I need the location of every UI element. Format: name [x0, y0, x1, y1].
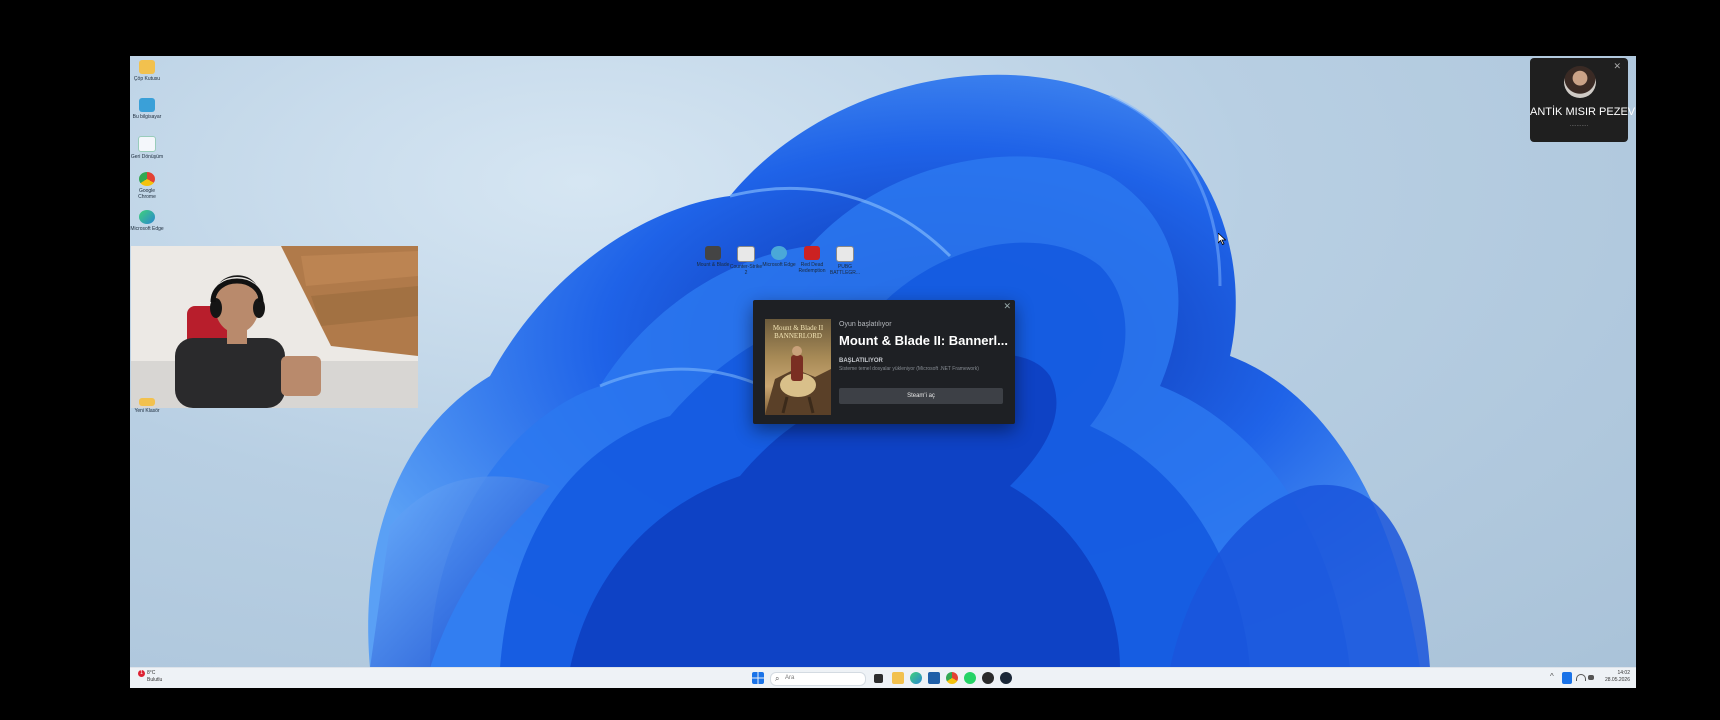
clock[interactable]: 14:02 28.05.2026 — [1605, 670, 1630, 684]
search-placeholder: Ara — [785, 675, 795, 681]
folder-icon — [139, 60, 155, 74]
whatsapp-icon[interactable] — [964, 672, 976, 684]
pubg-icon — [836, 246, 854, 262]
desktop-icon-this-pc[interactable]: Bu bilgisayar — [130, 98, 164, 120]
red-dead-icon — [804, 246, 820, 260]
dialog-subtitle: Oyun başlatılıyor — [839, 321, 892, 328]
game-cover-art: Mount & Blade II BANNERLORD — [765, 319, 831, 415]
desktop-icon-recycle-bin[interactable]: Geri Dönüşüm — [130, 136, 164, 160]
microphone-icon[interactable] — [1562, 672, 1572, 684]
monitor-icon — [139, 98, 155, 112]
chrome-icon[interactable] — [946, 672, 958, 684]
weather-text: Bulutlu — [147, 677, 163, 683]
dialog-title: Mount & Blade II: Bannerl... — [839, 333, 1009, 348]
mouse-cursor-icon — [1218, 233, 1226, 245]
taskbar-search[interactable]: ⌕ Ara — [770, 672, 866, 686]
chrome-icon — [139, 172, 155, 186]
wifi-icon[interactable] — [1576, 674, 1586, 681]
mount-blade-icon — [705, 246, 721, 260]
desktop-icon-game-4[interactable]: Red Dead Redemption — [795, 246, 829, 274]
recycle-bin-icon — [138, 136, 156, 152]
clock-date: 28.05.2026 — [1604, 677, 1630, 683]
store-icon[interactable] — [928, 672, 940, 684]
desktop-icon-edge[interactable]: Microsoft Edge — [130, 210, 164, 232]
counter-strike-icon — [737, 246, 755, 262]
weather-temp: 8°C — [147, 670, 156, 676]
weather-widget[interactable]: 1 8°C Bulutlu — [138, 670, 162, 683]
desktop-icon-recycle[interactable]: Çöp Kutusu — [130, 60, 164, 82]
chevron-up-icon[interactable]: ^ — [1550, 673, 1558, 681]
call-participant-tile[interactable]: ✕ ANTİK MISIR PEZEV ........... — [1530, 58, 1636, 142]
search-icon: ⌕ — [775, 674, 780, 683]
steam-icon[interactable] — [1000, 672, 1012, 684]
launch-detail: Sisteme temel dosyalar yükleniyor (Micro… — [839, 366, 979, 372]
windows-start-icon[interactable] — [752, 672, 764, 684]
desktop-icon-game-3[interactable]: Microsoft Edge — [762, 246, 796, 268]
webcam-feed-image — [131, 246, 418, 408]
desktop-icon-game-1[interactable]: Mount & Blade — [696, 246, 730, 268]
launch-status: BAŞLATILIYOR — [839, 358, 883, 364]
webcam-overlay — [131, 246, 418, 408]
close-icon[interactable]: ✕ — [1003, 301, 1011, 312]
desktop-icon-game-5[interactable]: PUBG BATTLEGR... — [828, 246, 862, 276]
edge-icon — [139, 210, 155, 224]
edge-icon — [771, 246, 787, 260]
volume-icon[interactable] — [1588, 675, 1594, 680]
desktop-icon-chrome[interactable]: Google Chrome — [130, 172, 164, 200]
edge-icon[interactable] — [910, 672, 922, 684]
avatar — [1564, 66, 1596, 98]
cover-title: Mount & Blade II BANNERLORD — [772, 324, 824, 340]
taskbar: 1 8°C Bulutlu ⌕ Ara ^ 14:02 28.05.2026 — [130, 667, 1636, 688]
file-explorer-icon[interactable] — [892, 672, 904, 684]
notification-badge: 1 — [138, 670, 145, 677]
folder-icon — [139, 398, 155, 406]
participant-status: ........... — [1569, 122, 1589, 128]
desktop-icon-game-2[interactable]: Counter-Strike 2 — [729, 246, 763, 276]
desktop-icon-new-folder[interactable]: Yeni Klasör — [130, 398, 164, 414]
game-launch-dialog: ✕ Mount & Blade II BANNERLORD Oyun başla… — [753, 300, 1015, 424]
open-steam-button[interactable]: Steam'i aç — [839, 388, 1003, 404]
participant-name: ANTİK MISIR PEZEV — [1530, 106, 1636, 118]
settings-icon[interactable] — [982, 672, 994, 684]
clock-time: 14:02 — [1617, 670, 1630, 676]
desktop-screen: Çöp Kutusu Bu bilgisayar Geri Dönüşüm Go… — [130, 56, 1636, 688]
close-icon[interactable]: ✕ — [1613, 61, 1621, 72]
task-view-icon[interactable] — [874, 674, 883, 683]
